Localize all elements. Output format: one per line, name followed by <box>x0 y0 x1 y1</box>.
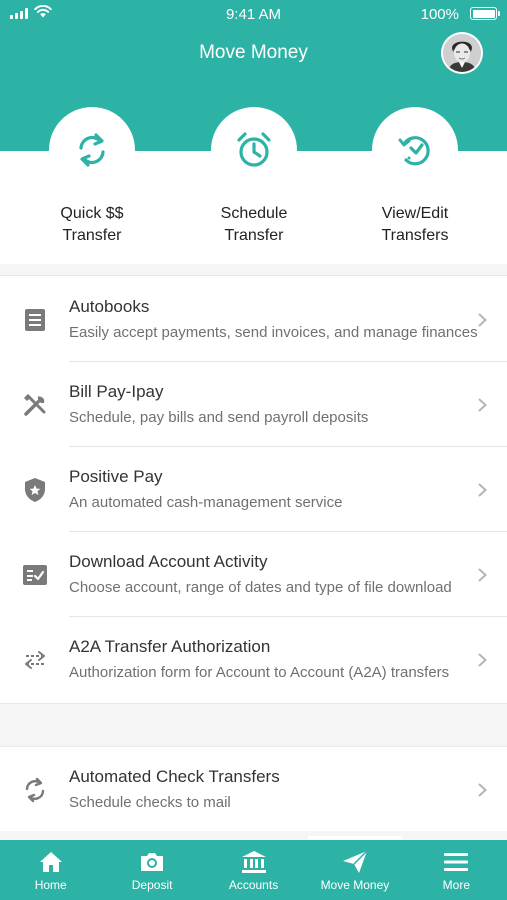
list-item-a2a-authorization[interactable]: A2A Transfer Authorization Authorization… <box>0 617 507 702</box>
bank-icon <box>241 849 267 875</box>
tab-label: Deposit <box>131 878 173 892</box>
list-item-title: Download Account Activity <box>69 552 268 571</box>
list-item-bill-pay[interactable]: Bill Pay-Ipay Schedule, pay bills and se… <box>0 362 507 447</box>
chevron-right-icon <box>478 653 487 667</box>
list-item-positive-pay[interactable]: Positive Pay An automated cash-managemen… <box>0 447 507 532</box>
list-item-title: A2A Transfer Authorization <box>69 637 271 656</box>
view-edit-transfers-label-line1: View/Edit <box>381 205 449 222</box>
tab-more[interactable]: More <box>406 840 507 900</box>
tools-icon <box>22 392 48 418</box>
list-item-title: Automated Check Transfers <box>69 767 280 786</box>
chevron-right-icon <box>478 398 487 412</box>
list-item-title: Bill Pay-Ipay <box>69 382 164 401</box>
shield-star-icon <box>22 477 48 503</box>
schedule-transfer-label: Schedule Transfer <box>189 203 319 247</box>
avatar[interactable] <box>441 32 483 74</box>
list-item-title: Positive Pay <box>69 467 163 486</box>
chevron-right-icon <box>478 783 487 797</box>
list-item-subtitle: Schedule, pay bills and send payroll dep… <box>69 409 369 426</box>
checklist-icon <box>22 562 48 588</box>
alarm-clock-icon <box>237 132 271 167</box>
battery-percentage: 100% <box>420 6 459 23</box>
view-edit-transfers-label-line2: Transfers <box>381 227 449 244</box>
list-item-subtitle: Easily accept payments, send invoices, a… <box>69 324 478 341</box>
chevron-right-icon <box>478 313 487 327</box>
quick-transfer-label-line2: Transfer <box>62 227 122 244</box>
tab-label: Home <box>34 878 67 892</box>
paper-plane-icon <box>342 849 368 875</box>
tab-label: Move Money <box>320 878 390 892</box>
quick-transfer-circle[interactable] <box>49 107 135 193</box>
chevron-right-icon <box>478 483 487 497</box>
list-item-download-activity[interactable]: Download Account Activity Choose account… <box>0 532 507 617</box>
menu-icon <box>443 849 469 875</box>
list-item-autobooks[interactable]: Autobooks Easily accept payments, send i… <box>0 277 507 362</box>
section-divider <box>0 264 507 276</box>
section-divider <box>0 831 507 840</box>
clock-history-icon <box>398 136 430 166</box>
camera-icon <box>139 849 165 875</box>
tab-label: Accounts <box>228 878 279 892</box>
list-item-title: Autobooks <box>69 297 150 316</box>
status-bar: 9:41 AM 100% <box>0 0 507 28</box>
page-title: Move Money <box>199 42 308 63</box>
schedule-transfer-circle[interactable] <box>211 107 297 193</box>
battery-icon <box>470 7 500 20</box>
quick-transfer-button[interactable]: Quick $$ Transfer <box>27 107 157 247</box>
list-item-subtitle: Choose account, range of dates and type … <box>69 579 452 596</box>
list-item-subtitle: Schedule checks to mail <box>69 794 231 811</box>
tab-accounts[interactable]: Accounts <box>203 840 304 900</box>
schedule-transfer-button[interactable]: Schedule Transfer <box>189 107 319 247</box>
view-edit-transfers-label: View/Edit Transfers <box>350 203 480 247</box>
list-item-subtitle: An automated cash-management service <box>69 494 343 511</box>
list-item-subtitle: Authorization form for Account to Accoun… <box>69 664 450 681</box>
view-edit-transfers-button[interactable]: View/Edit Transfers <box>350 107 480 247</box>
schedule-transfer-label-line1: Schedule <box>220 205 288 222</box>
quick-transfer-label: Quick $$ Transfer <box>27 203 157 247</box>
transfer-arrows-icon <box>22 647 48 673</box>
chevron-right-icon <box>478 568 487 582</box>
receipt-icon <box>22 307 48 333</box>
home-icon <box>39 849 63 875</box>
tab-move-money[interactable]: Move Money <box>304 836 405 900</box>
refresh-icon <box>79 133 105 167</box>
tab-home[interactable]: Home <box>0 840 101 900</box>
tab-deposit[interactable]: Deposit <box>101 840 202 900</box>
tab-label: More <box>442 878 470 892</box>
schedule-transfer-label-line2: Transfer <box>224 227 284 244</box>
view-edit-transfers-circle[interactable] <box>372 107 458 193</box>
tab-bar: Home Deposit Accounts Move Money More <box>0 836 507 900</box>
list-item-automated-check-transfers[interactable]: Automated Check Transfers Schedule check… <box>0 747 507 832</box>
section-divider <box>0 703 507 747</box>
profile-photo <box>443 34 481 72</box>
quick-transfer-label-line1: Quick $$ <box>60 205 124 222</box>
sync-icon <box>22 777 48 803</box>
